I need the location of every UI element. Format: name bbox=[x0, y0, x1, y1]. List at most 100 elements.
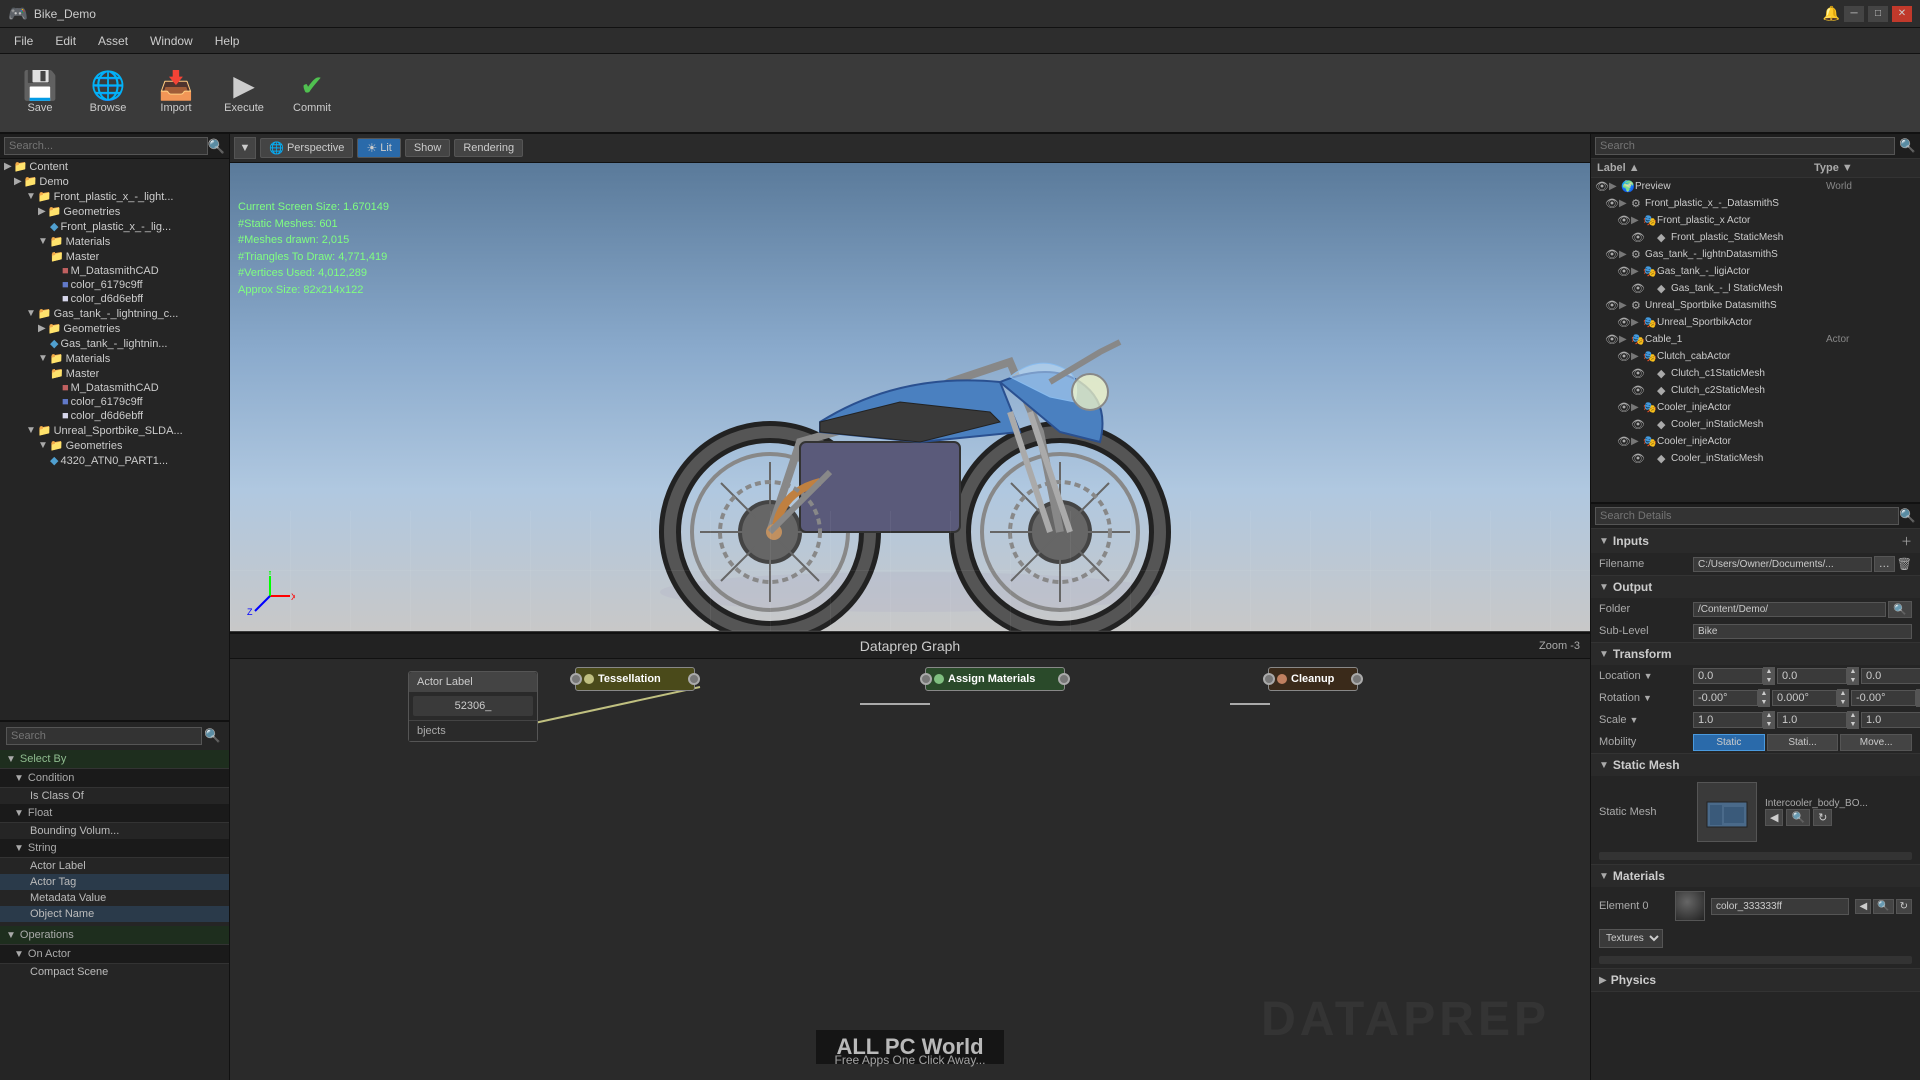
outliner-row-front-plastic-mesh[interactable]: 👁 ◆ Front_plastic_StaticMesh bbox=[1591, 229, 1920, 246]
material-reload-button[interactable]: ↻ bbox=[1896, 899, 1912, 914]
expand-icon[interactable]: ▶ bbox=[1619, 300, 1631, 311]
tree-item-master-2[interactable]: 📁 Master bbox=[0, 366, 229, 381]
dp-search-input[interactable] bbox=[6, 727, 202, 745]
mesh-refresh-button[interactable]: ↻ bbox=[1813, 809, 1832, 826]
rotation-x-down[interactable]: ▼ bbox=[1758, 698, 1770, 707]
cleanup-header-node[interactable]: Cleanup bbox=[1268, 667, 1358, 691]
operations-header[interactable]: ▼ Operations bbox=[0, 926, 229, 945]
outliner-type-col[interactable]: Type ▼ bbox=[1814, 162, 1914, 174]
eye-icon[interactable]: 👁 bbox=[1605, 197, 1619, 210]
filename-input[interactable] bbox=[1693, 557, 1872, 572]
scale-z-input[interactable] bbox=[1861, 712, 1920, 728]
menu-item-file[interactable]: File bbox=[4, 32, 43, 50]
tree-item-content[interactable]: ▶ 📁 Content bbox=[0, 159, 229, 174]
details-search-input[interactable] bbox=[1595, 507, 1899, 525]
outliner-row-clutch-c2[interactable]: 👁 ◆ Clutch_c2StaticMesh bbox=[1591, 382, 1920, 399]
expand-icon[interactable]: ▶ bbox=[1631, 317, 1643, 328]
folder-input[interactable] bbox=[1693, 602, 1886, 617]
location-y-up[interactable]: ▲ bbox=[1847, 667, 1859, 676]
condition-header[interactable]: ▼ Condition bbox=[0, 769, 229, 788]
location-x-down[interactable]: ▼ bbox=[1763, 676, 1775, 685]
location-x-up[interactable]: ▲ bbox=[1763, 667, 1775, 676]
textures-dropdown[interactable]: Textures bbox=[1599, 929, 1663, 948]
scale-x-input[interactable] bbox=[1693, 712, 1763, 728]
outliner-row-front-plastic[interactable]: 👁 ▶ ⚙ Front_plastic_x_-_DatasmithS bbox=[1591, 195, 1920, 212]
assign-materials-header-node[interactable]: Assign Materials bbox=[925, 667, 1065, 691]
select-by-header[interactable]: ▼ Select By bbox=[0, 750, 229, 769]
eye-icon[interactable]: 👁 bbox=[1631, 231, 1645, 244]
tree-item-materials-1[interactable]: ▼ 📁 Materials bbox=[0, 234, 229, 249]
outliner-row-preview[interactable]: 👁 ▶ 🌍 Preview World bbox=[1591, 178, 1920, 195]
eye-icon[interactable]: 👁 bbox=[1617, 435, 1631, 448]
eye-icon[interactable]: 👁 bbox=[1631, 452, 1645, 465]
eye-icon[interactable]: 👁 bbox=[1631, 282, 1645, 295]
expand-icon[interactable]: ▶ bbox=[1631, 351, 1643, 362]
eye-icon[interactable]: 👁 bbox=[1605, 299, 1619, 312]
tree-item-color-2b[interactable]: ■ color_d6d6ebff bbox=[0, 409, 229, 423]
physics-section-header[interactable]: ▶ Physics bbox=[1591, 969, 1920, 991]
scale-y-input[interactable] bbox=[1777, 712, 1847, 728]
actor-label-item[interactable]: Actor Label bbox=[0, 858, 229, 874]
transform-section-header[interactable]: ▼ Transform bbox=[1591, 643, 1920, 665]
tree-item-part1-mesh[interactable]: ◆ 4320_ATN0_PART1... bbox=[0, 453, 229, 468]
location-x-input[interactable] bbox=[1693, 668, 1763, 684]
expand-icon[interactable]: ▶ bbox=[1631, 436, 1643, 447]
dp-search-button[interactable]: 🔍 bbox=[202, 726, 223, 746]
is-class-of-item[interactable]: Is Class Of bbox=[0, 788, 229, 804]
mobility-movable-button[interactable]: Move... bbox=[1840, 734, 1912, 751]
tree-item-front-plastic[interactable]: ▼ 📁 Front_plastic_x_-_light... bbox=[0, 189, 229, 204]
outliner-row-sportbike-actor[interactable]: 👁 ▶ 🎭 Unreal_SportbikActor bbox=[1591, 314, 1920, 331]
menu-item-asset[interactable]: Asset bbox=[88, 32, 138, 50]
filename-browse-button[interactable]: … bbox=[1874, 556, 1895, 572]
expand-icon[interactable]: ▶ bbox=[1609, 181, 1621, 192]
compact-scene-item[interactable]: Compact Scene bbox=[0, 964, 229, 980]
eye-icon[interactable]: 👁 bbox=[1617, 350, 1631, 363]
viewport-show-button[interactable]: Show bbox=[405, 139, 451, 157]
eye-icon[interactable]: 👁 bbox=[1631, 384, 1645, 397]
eye-icon[interactable]: 👁 bbox=[1595, 180, 1609, 193]
scale-dropdown-icon[interactable]: ▼ bbox=[1630, 715, 1639, 725]
material-color-swatch[interactable] bbox=[1675, 891, 1705, 921]
maximize-button[interactable]: □ bbox=[1868, 6, 1888, 22]
rotation-y-down[interactable]: ▼ bbox=[1837, 698, 1849, 707]
sublevel-input[interactable] bbox=[1693, 624, 1912, 639]
eye-icon[interactable]: 👁 bbox=[1631, 367, 1645, 380]
eye-icon[interactable]: 👁 bbox=[1617, 316, 1631, 329]
details-search-button[interactable]: 🔍 bbox=[1899, 508, 1916, 524]
mesh-search-button[interactable]: 🔍 bbox=[1786, 809, 1810, 826]
import-button[interactable]: 📥 Import bbox=[144, 59, 208, 127]
location-dropdown-icon[interactable]: ▼ bbox=[1644, 671, 1653, 681]
execute-button[interactable]: ▶ Execute bbox=[212, 59, 276, 127]
material-back-button[interactable]: ◀ bbox=[1855, 899, 1871, 914]
inputs-section-header[interactable]: ▼ Inputs ＋ bbox=[1591, 529, 1920, 553]
rotation-y-input[interactable] bbox=[1772, 690, 1837, 706]
dataprep-graph-canvas[interactable]: DATAPREP Actor Label 52306_ bjects Tesse… bbox=[230, 659, 1590, 1077]
menu-item-help[interactable]: Help bbox=[205, 32, 250, 50]
close-button[interactable]: ✕ bbox=[1892, 6, 1912, 22]
outliner-search-input[interactable] bbox=[1595, 137, 1895, 155]
viewport-dropdown[interactable]: ▼ bbox=[234, 137, 256, 159]
static-mesh-section-header[interactable]: ▼ Static Mesh bbox=[1591, 754, 1920, 776]
viewport-lit-button[interactable]: ☀ Lit bbox=[357, 138, 400, 158]
tree-item-unreal-sportbike[interactable]: ▼ 📁 Unreal_Sportbike_SLDA... bbox=[0, 423, 229, 438]
menu-item-edit[interactable]: Edit bbox=[45, 32, 86, 50]
rotation-z-input[interactable] bbox=[1851, 690, 1916, 706]
location-y-input[interactable] bbox=[1777, 668, 1847, 684]
expand-icon[interactable]: ▶ bbox=[1619, 249, 1631, 260]
eye-icon[interactable]: 👁 bbox=[1617, 214, 1631, 227]
tree-item-demo[interactable]: ▶ 📁 Demo bbox=[0, 174, 229, 189]
mobility-stationary-button[interactable]: Stati... bbox=[1767, 734, 1839, 751]
tree-item-geometries-2[interactable]: ▶ 📁 Geometries bbox=[0, 321, 229, 336]
rotation-x-up[interactable]: ▲ bbox=[1758, 689, 1770, 698]
outliner-row-cooler-1[interactable]: 👁 ▶ 🎭 Cooler_injeActor bbox=[1591, 399, 1920, 416]
outliner-row-cooler-1-mesh[interactable]: 👁 ◆ Cooler_inStaticMesh bbox=[1591, 416, 1920, 433]
outliner-row-cooler-2[interactable]: 👁 ▶ 🎭 Cooler_injeActor bbox=[1591, 433, 1920, 450]
outliner-row-gas-tank[interactable]: 👁 ▶ ⚙ Gas_tank_-_lightnDatasmithS bbox=[1591, 246, 1920, 263]
float-header[interactable]: ▼ Float bbox=[0, 804, 229, 823]
bounding-vol-item[interactable]: Bounding Volum... bbox=[0, 823, 229, 839]
metadata-value-item[interactable]: Metadata Value bbox=[0, 890, 229, 906]
location-y-down[interactable]: ▼ bbox=[1847, 676, 1859, 685]
rotation-y-up[interactable]: ▲ bbox=[1837, 689, 1849, 698]
viewport-perspective-button[interactable]: 🌐 Perspective bbox=[260, 138, 353, 158]
static-mesh-thumbnail[interactable] bbox=[1697, 782, 1757, 842]
